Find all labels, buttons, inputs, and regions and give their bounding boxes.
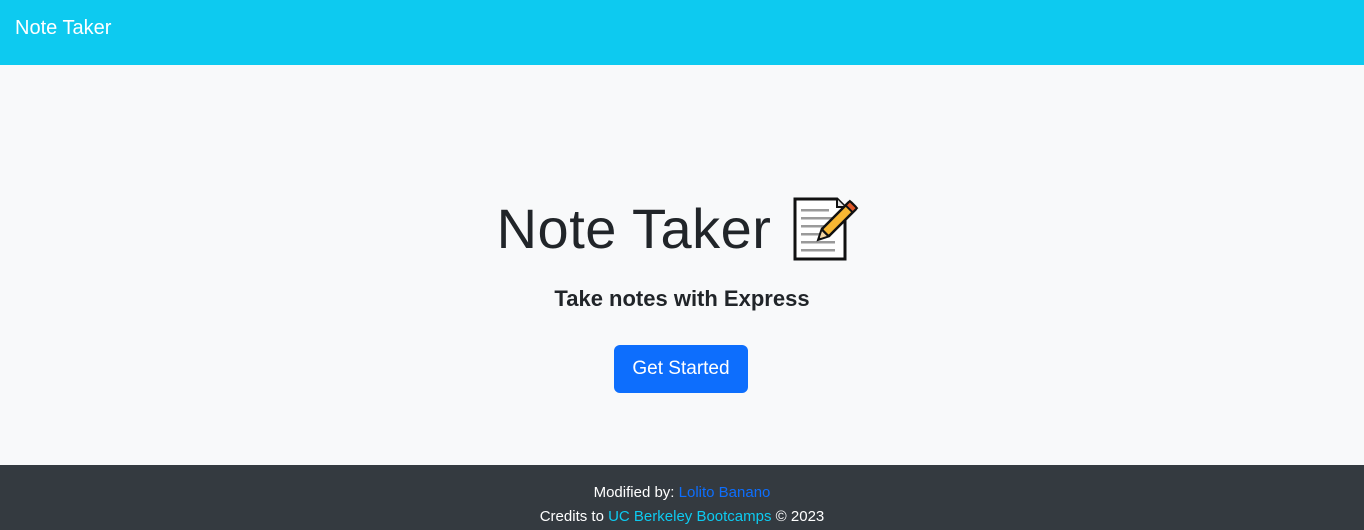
footer-copyright: © 2023 — [775, 508, 825, 525]
footer-credits-line: Credits to UC Berkeley Bootcamps © 2023 — [0, 508, 1364, 525]
footer-modified-prefix: Modified by: — [593, 484, 675, 501]
hero-subtitle: Take notes with Express — [554, 286, 810, 311]
footer-modified-line: Modified by: Lolito Banano — [0, 484, 1364, 501]
memo-icon — [791, 195, 859, 263]
author-link[interactable]: Lolito Banano — [679, 484, 771, 501]
footer-credits-prefix: Credits to — [539, 508, 604, 525]
hero-title-row: Note Taker — [0, 195, 1360, 263]
hero-section: Note Taker Take notes with Express Get S… — [0, 65, 1364, 465]
navbar-brand[interactable]: Note Taker — [15, 17, 111, 40]
credits-link[interactable]: UC Berkeley Bootcamps — [608, 508, 771, 525]
navbar: Note Taker — [0, 0, 1364, 65]
page-title: Note Taker — [496, 197, 772, 260]
footer: Modified by: Lolito Banano Credits to UC… — [0, 465, 1364, 530]
get-started-button[interactable]: Get Started — [614, 345, 748, 393]
